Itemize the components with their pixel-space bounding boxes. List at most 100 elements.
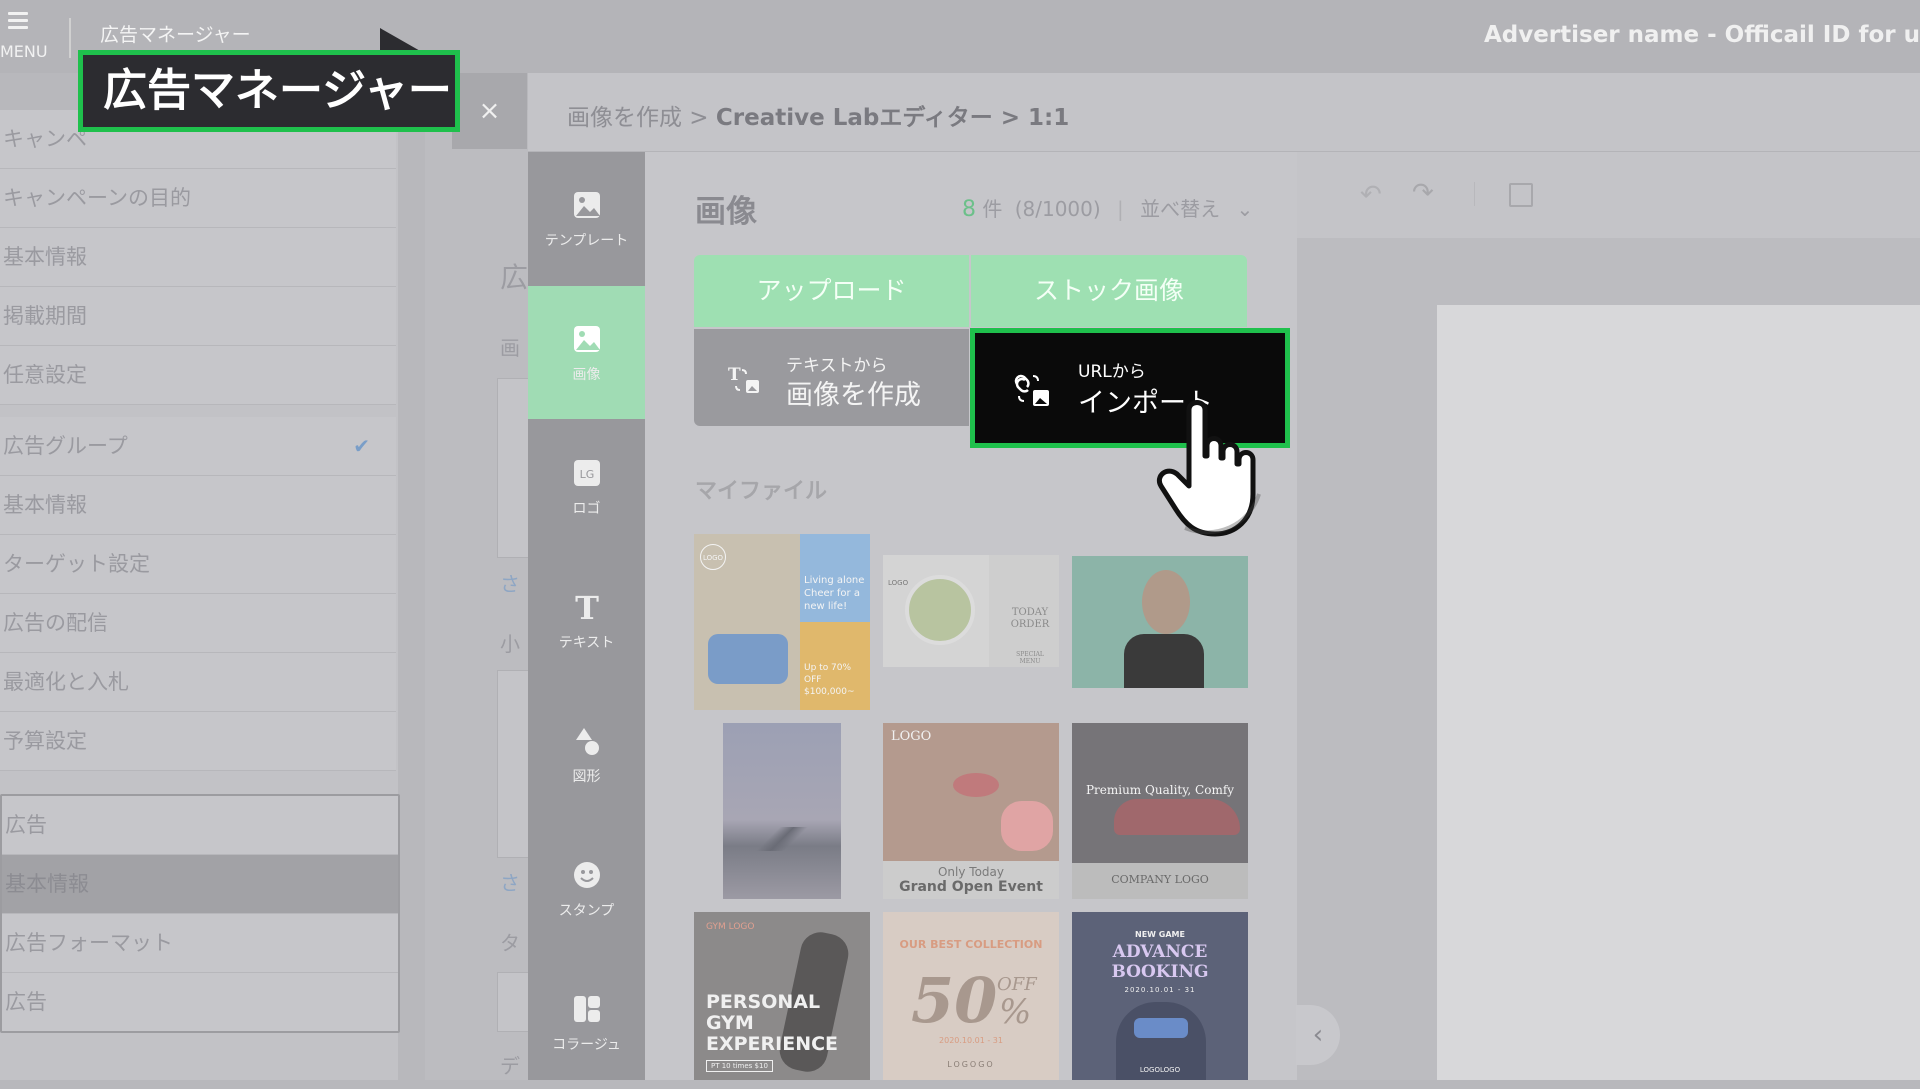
thumbnail-salad[interactable]: LOGO TODAY ORDER SPECIAL MENU <box>883 555 1059 667</box>
rail-label: テンプレート <box>544 233 629 249</box>
thumb-shoulders <box>1124 634 1204 688</box>
thumb-date: 2020.10.01 - 31 <box>939 1036 1003 1045</box>
thumb-text: PERSONAL GYM EXPERIENCE <box>706 991 839 1055</box>
rail-label: スタンプ <box>558 903 615 919</box>
form-link-fragment: さ <box>500 572 520 596</box>
thumb-lips <box>953 773 999 797</box>
template-icon <box>573 192 600 218</box>
stamp-icon <box>573 862 600 888</box>
rail-template[interactable]: テンプレート <box>528 152 645 285</box>
callout-app-title: 広告マネージャー <box>78 50 460 132</box>
thumbnail-vr-game[interactable]: NEW GAME ADVANCE BOOKING 2020.10.01 - 31… <box>1072 912 1248 1080</box>
canvas-toolbar <box>1297 152 1920 238</box>
rail-label: 図形 <box>572 769 601 785</box>
thumbnail-sale[interactable]: OUR BEST COLLECTION 50 OFF % 2020.10.01 … <box>883 912 1059 1080</box>
rail-image[interactable]: 画像 <box>528 286 645 419</box>
text-to-image-icon: T <box>728 365 759 393</box>
nav-item-budget[interactable]: 予算設定 <box>0 712 396 771</box>
thumb-badge: PT 10 times $10 <box>706 1060 773 1072</box>
breadcrumb-create-image[interactable]: 画像を作成 > <box>567 105 716 131</box>
thumbnail-mountain[interactable] <box>723 723 841 899</box>
nav-group-campaign: キャンペ キャンペーンの目的 基本情報 掲載期間 任意設定 <box>0 110 396 405</box>
thumb-sofa <box>708 634 788 684</box>
form-link-fragment: さ <box>500 871 520 895</box>
nav-item-ad-basic-info[interactable]: 基本情報 <box>2 855 398 914</box>
rail-text[interactable]: T テキスト <box>528 554 645 687</box>
nav-item-ad-creative[interactable]: 広告 <box>2 973 398 1031</box>
button-label: 画像を作成 <box>786 380 921 411</box>
thumb-text: Living alone Cheer for a new life! <box>804 575 865 612</box>
nav-item-campaign-optional[interactable]: 任意設定 <box>0 346 396 405</box>
topbar-divider <box>69 18 71 58</box>
logo-icon: LG <box>573 460 600 486</box>
rail-label: 画像 <box>572 367 601 383</box>
thumb-car-shape <box>1114 799 1240 835</box>
thumb-text: Up to 70% OFF $100,000~ <box>804 663 855 697</box>
thumb-text: TODAY ORDER <box>1010 607 1050 630</box>
nav-item-campaign-objective[interactable]: キャンペーンの目的 <box>0 169 396 228</box>
advertiser-name[interactable]: Advertiser name - Officail ID for u <box>1484 22 1920 48</box>
collage-icon <box>573 996 600 1022</box>
shapes-icon <box>575 728 599 755</box>
close-button[interactable]: × <box>452 73 527 149</box>
upload-button[interactable]: アップロード <box>694 255 969 327</box>
nav-item-campaign-basic-info[interactable]: 基本情報 <box>0 228 396 287</box>
rail-shapes[interactable]: 図形 <box>528 688 645 821</box>
frame-icon[interactable] <box>1509 183 1533 207</box>
thumb-logo: LOGO <box>891 729 932 744</box>
nav-item-ad-delivery[interactable]: 広告の配信 <box>0 594 396 653</box>
nav-group-adgroup: 広告グループ ✔ 基本情報 ターゲット設定 広告の配信 最適化と入札 予算設定 <box>0 417 396 771</box>
thumbnail-gym[interactable]: GYM LOGO PERSONAL GYM EXPERIENCE PT 10 t… <box>694 912 870 1080</box>
design-canvas[interactable] <box>1437 305 1920 1080</box>
left-navigation: キャンペ キャンペーンの目的 基本情報 掲載期間 任意設定 広告グループ ✔ 基… <box>0 110 400 1080</box>
checkmark-icon: ✔ <box>353 434 370 458</box>
undo-icon[interactable]: ↶ <box>1360 180 1382 210</box>
thumb-text: Premium Quality, Comfy <box>1085 783 1235 797</box>
thumb-logo: LOGO <box>888 579 909 587</box>
form-label-fragment: 小 <box>500 632 520 656</box>
thumb-bowl <box>905 575 975 645</box>
text-icon: T <box>575 592 599 622</box>
nav-item-campaign-period[interactable]: 掲載期間 <box>0 287 396 346</box>
thumb-mountain-shape <box>723 827 841 851</box>
thumb-swatch <box>1001 801 1053 851</box>
thumbnail-car[interactable]: Premium Quality, Comfy COMPANY LOGO <box>1072 723 1248 899</box>
button-caption: URLから <box>1078 362 1146 382</box>
image-icon <box>573 326 600 352</box>
background-form-column: 広 画 さ 小 さ タ デ <box>425 110 539 1080</box>
rail-label: ロゴ <box>572 501 601 517</box>
rail-stamp[interactable]: スタンプ <box>528 822 645 955</box>
nav-item-target-settings[interactable]: ターゲット設定 <box>0 535 396 594</box>
nav-item-ad[interactable]: 広告 <box>2 796 398 855</box>
menu-label[interactable]: MENU <box>0 42 48 61</box>
tool-rail: テンプレート 画像 LG ロゴ T テキスト 図形 スタンプ コラージュ <box>528 152 645 1080</box>
sort-dropdown[interactable]: 並べ替え <box>1140 197 1220 221</box>
panel-title: 画像 <box>695 194 757 230</box>
form-label-fragment: 画 <box>500 336 520 360</box>
nav-item-adgroup-basic-info[interactable]: 基本情報 <box>0 476 396 535</box>
svg-text:LG: LG <box>579 468 594 481</box>
count-divider: | <box>1117 197 1124 221</box>
nav-item-adgroup[interactable]: 広告グループ ✔ <box>0 417 396 476</box>
thumb-face <box>1142 570 1190 634</box>
chevron-down-icon[interactable]: ⌄ <box>1237 197 1254 221</box>
thumb-text: OUR BEST COLLECTION <box>899 938 1043 951</box>
thumbnail-living-room[interactable]: LOGO Living alone Cheer for a new life! … <box>694 534 870 710</box>
rail-logo[interactable]: LG ロゴ <box>528 420 645 553</box>
stock-images-button[interactable]: ストック画像 <box>971 255 1247 327</box>
rail-label: コラージュ <box>552 1037 621 1053</box>
create-from-text-button[interactable]: T テキストから 画像を作成 <box>694 329 969 426</box>
thumb-big-number: 50 <box>911 964 998 1037</box>
thumb-text: SPECIAL MENU <box>1016 651 1044 665</box>
toolbar-divider <box>1474 182 1475 206</box>
thumbnail-lips-event[interactable]: LOGO Only Today Grand Open Event <box>883 723 1059 899</box>
thumbnail-woman-profile[interactable] <box>1072 556 1248 688</box>
hamburger-menu-icon[interactable] <box>8 12 28 30</box>
rail-collage[interactable]: コラージュ <box>528 956 645 1089</box>
thumb-logo: LOGOLOGO <box>1139 1066 1181 1074</box>
redo-icon[interactable]: ↷ <box>1412 178 1434 208</box>
form-label-fragment: タ <box>500 931 520 955</box>
nav-item-optimization-bid[interactable]: 最適化と入札 <box>0 653 396 712</box>
nav-item-ad-format[interactable]: 広告フォーマット <box>2 914 398 973</box>
svg-text:T: T <box>575 592 599 622</box>
